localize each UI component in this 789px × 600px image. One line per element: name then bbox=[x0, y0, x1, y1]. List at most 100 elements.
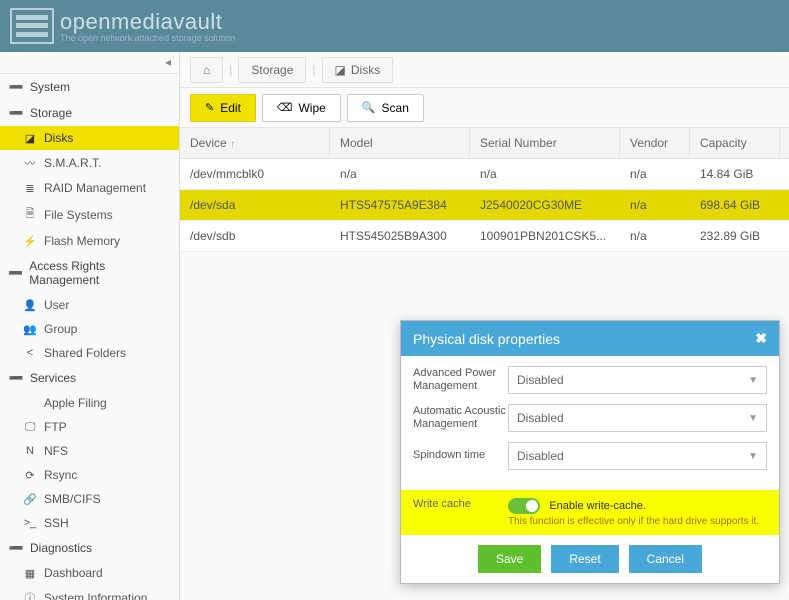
nav-group[interactable]: ➖Access Rights Management bbox=[0, 253, 179, 293]
cell-capacity: 14.84 GiB bbox=[690, 159, 780, 189]
nav-item[interactable]: 👤User bbox=[0, 293, 179, 317]
brand-name: openmediavault bbox=[60, 9, 235, 35]
nav-item-icon: ◪ bbox=[22, 132, 38, 145]
spindown-label: Spindown time bbox=[413, 449, 508, 462]
nav-item[interactable]: 👥Group bbox=[0, 317, 179, 341]
table-row[interactable]: /dev/mmcblk0n/an/an/a14.84 GiB bbox=[180, 159, 789, 190]
nav-group-label: Storage bbox=[30, 106, 72, 120]
table-row[interactable]: /dev/sdbHTS545025B9A300100901PBN201CSK5.… bbox=[180, 221, 789, 252]
dialog-titlebar[interactable]: Physical disk properties ✖ bbox=[401, 321, 779, 356]
col-device[interactable]: Device ↑ bbox=[180, 128, 330, 158]
nav-item[interactable]: ⓘSystem Information bbox=[0, 585, 179, 600]
scan-button[interactable]: 🔍Scan bbox=[347, 94, 424, 122]
nav-item[interactable]: ≣RAID Management bbox=[0, 176, 179, 200]
close-icon[interactable]: ✖ bbox=[755, 330, 767, 347]
write-cache-toggle[interactable] bbox=[508, 498, 540, 514]
nav-item-icon: ⚡ bbox=[22, 235, 38, 248]
nav-group-label: Access Rights Management bbox=[29, 259, 171, 287]
nav-item[interactable]: 🗎 File Systems bbox=[0, 200, 179, 229]
nav-item-icon: ⟳ bbox=[22, 469, 38, 482]
nav-item-label: NFS bbox=[44, 444, 68, 458]
nav-item[interactable]: ⚡ Flash Memory bbox=[0, 229, 179, 253]
disk-properties-dialog: Physical disk properties ✖ Advanced Powe… bbox=[400, 320, 780, 584]
sidebar-collapse[interactable]: ◂ bbox=[0, 52, 179, 74]
nav-group[interactable]: ➖ Storage bbox=[0, 100, 179, 126]
nav-item[interactable]: <Shared Folders bbox=[0, 341, 179, 365]
nav-item-icon: 👥 bbox=[22, 323, 38, 336]
minus-icon: ➖ bbox=[8, 106, 24, 120]
nav-item-icon: ▦ bbox=[22, 567, 38, 580]
nav-item-label: Flash Memory bbox=[44, 234, 120, 248]
aam-select[interactable]: Disabled▼ bbox=[508, 404, 767, 432]
nav-item-icon: ⓘ bbox=[22, 590, 38, 600]
write-cache-label: Write cache bbox=[413, 498, 508, 510]
wipe-button[interactable]: ⌫Wipe bbox=[262, 94, 341, 122]
home-icon: ⌂ bbox=[203, 63, 210, 77]
cell-serial: n/a bbox=[470, 159, 620, 189]
pencil-icon: ✎ bbox=[205, 101, 214, 114]
nav-item-label: Shared Folders bbox=[44, 346, 126, 360]
cancel-button[interactable]: Cancel bbox=[629, 545, 702, 573]
write-cache-note: This function is effective only if the h… bbox=[508, 516, 767, 527]
reset-button[interactable]: Reset bbox=[551, 545, 618, 573]
breadcrumb-disks[interactable]: ◪Disks bbox=[322, 57, 394, 83]
dialog-title: Physical disk properties bbox=[413, 331, 560, 347]
nav-item-icon: >_ bbox=[22, 517, 38, 529]
minus-icon: ➖ bbox=[8, 371, 24, 385]
cell-model: HTS545025B9A300 bbox=[330, 221, 470, 251]
col-vendor[interactable]: Vendor bbox=[620, 128, 690, 158]
nav-item[interactable]: 〰S.M.A.R.T. bbox=[0, 150, 179, 176]
table-row[interactable]: /dev/sdaHTS547575A9E384J2540020CG30MEn/a… bbox=[180, 190, 789, 221]
write-cache-row: Write cache Enable write-cache. This fun… bbox=[401, 490, 779, 535]
nav-item-icon: N bbox=[22, 445, 38, 457]
col-model[interactable]: Model bbox=[330, 128, 470, 158]
nav-group[interactable]: ➖System bbox=[0, 74, 179, 100]
cell-capacity: 232.89 GiB bbox=[690, 221, 780, 251]
nav-item-label: File Systems bbox=[44, 208, 113, 222]
nav-item[interactable]: >_ SSH bbox=[0, 511, 179, 535]
toolbar: ✎Edit ⌫Wipe 🔍Scan bbox=[180, 88, 789, 128]
nav-item-label: Apple Filing bbox=[44, 396, 107, 410]
cell-device: /dev/sda bbox=[180, 190, 330, 220]
nav-item-icon: 🔗 bbox=[22, 493, 38, 506]
nav-item[interactable]: 🖵FTP bbox=[0, 415, 179, 439]
table-header: Device ↑ Model Serial Number Vendor Capa… bbox=[180, 128, 789, 159]
nav-item-icon: 🗎 bbox=[22, 205, 38, 224]
nav-item[interactable]: ▦Dashboard bbox=[0, 561, 179, 585]
nav-item-label: SSH bbox=[44, 516, 69, 530]
chevron-down-icon: ▼ bbox=[748, 413, 758, 424]
cell-vendor: n/a bbox=[620, 221, 690, 251]
cell-capacity: 698.64 GiB bbox=[690, 190, 780, 220]
nav-item[interactable]: ⟳ Rsync bbox=[0, 463, 179, 487]
aam-label: Automatic Acoustic Management bbox=[413, 405, 508, 431]
brand-tagline: The open network attached storage soluti… bbox=[60, 33, 235, 43]
nav-item[interactable]: ◪Disks bbox=[0, 126, 179, 150]
edit-button[interactable]: ✎Edit bbox=[190, 94, 256, 122]
nav-item-icon: 👤 bbox=[22, 299, 38, 312]
nav-item[interactable]: 🔗SMB/CIFS bbox=[0, 487, 179, 511]
col-serial[interactable]: Serial Number bbox=[470, 128, 620, 158]
nav-item-icon: 🖵 bbox=[22, 421, 38, 434]
sidebar: ◂ ➖System➖Storage◪Disks〰S.M.A.R.T.≣RAID … bbox=[0, 52, 180, 600]
nav-group[interactable]: ➖Diagnostics bbox=[0, 535, 179, 561]
nav-item-icon: ≣ bbox=[22, 182, 38, 195]
nav-item[interactable]: N NFS bbox=[0, 439, 179, 463]
nav-group-label: Diagnostics bbox=[30, 541, 92, 555]
nav-item-icon: 〰 bbox=[22, 155, 38, 171]
breadcrumb-home[interactable]: ⌂ bbox=[190, 57, 223, 83]
breadcrumb-storage[interactable]: Storage bbox=[238, 57, 306, 83]
col-capacity[interactable]: Capacity bbox=[690, 128, 780, 158]
chevron-down-icon: ▼ bbox=[748, 375, 758, 386]
nav-item[interactable]: Apple Filing bbox=[0, 391, 179, 415]
nav-group-label: Services bbox=[30, 371, 76, 385]
spindown-select[interactable]: Disabled▼ bbox=[508, 442, 767, 470]
cell-device: /dev/sdb bbox=[180, 221, 330, 251]
chevron-down-icon: ▼ bbox=[748, 451, 758, 462]
minus-icon: ➖ bbox=[8, 80, 24, 94]
nav-group[interactable]: ➖ Services bbox=[0, 365, 179, 391]
cell-vendor: n/a bbox=[620, 159, 690, 189]
apm-select[interactable]: Disabled▼ bbox=[508, 366, 767, 394]
save-button[interactable]: Save bbox=[478, 545, 541, 573]
nav-item-label: Rsync bbox=[44, 468, 77, 482]
eraser-icon: ⌫ bbox=[277, 101, 293, 114]
